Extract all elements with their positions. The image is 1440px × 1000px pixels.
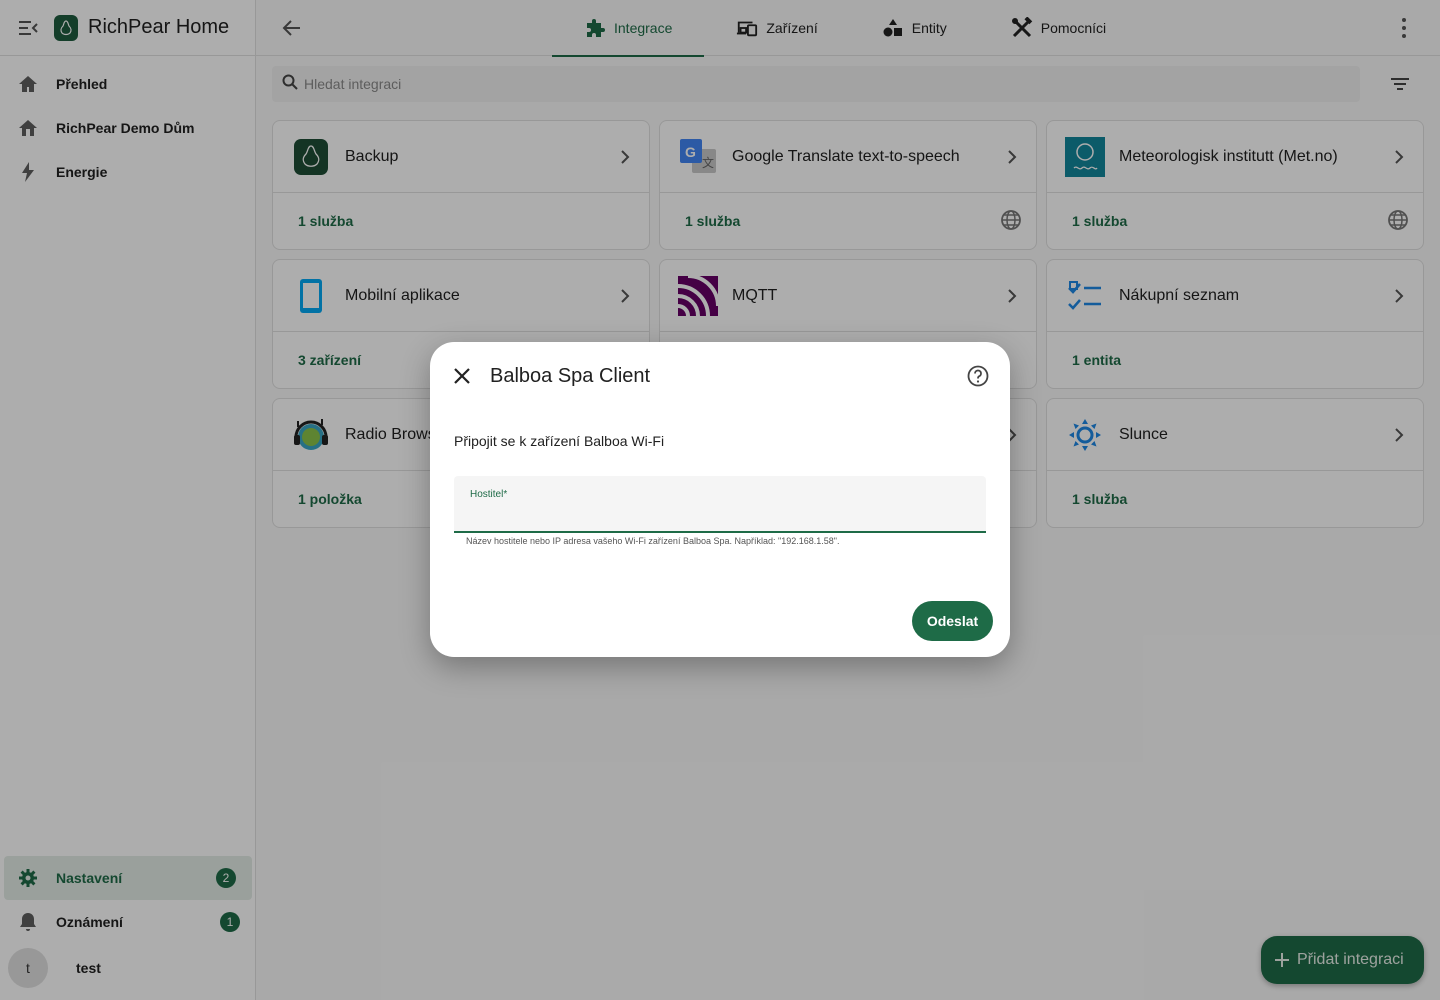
dialog-description: Připojit se k zařízení Balboa Wi-Fi [454, 433, 665, 449]
submit-button[interactable]: Odeslat [912, 601, 993, 641]
close-icon[interactable] [450, 364, 474, 388]
dialog-title: Balboa Spa Client [490, 365, 651, 387]
host-field-label: Hostitel* [470, 489, 508, 500]
config-flow-dialog: Balboa Spa Client Připojit se k zařízení… [430, 342, 1010, 657]
host-helper-text: Název hostitele nebo IP adresa vašeho Wi… [466, 536, 840, 546]
host-field[interactable]: Hostitel* [454, 476, 986, 533]
help-icon[interactable] [966, 364, 990, 388]
host-input[interactable] [470, 502, 970, 524]
